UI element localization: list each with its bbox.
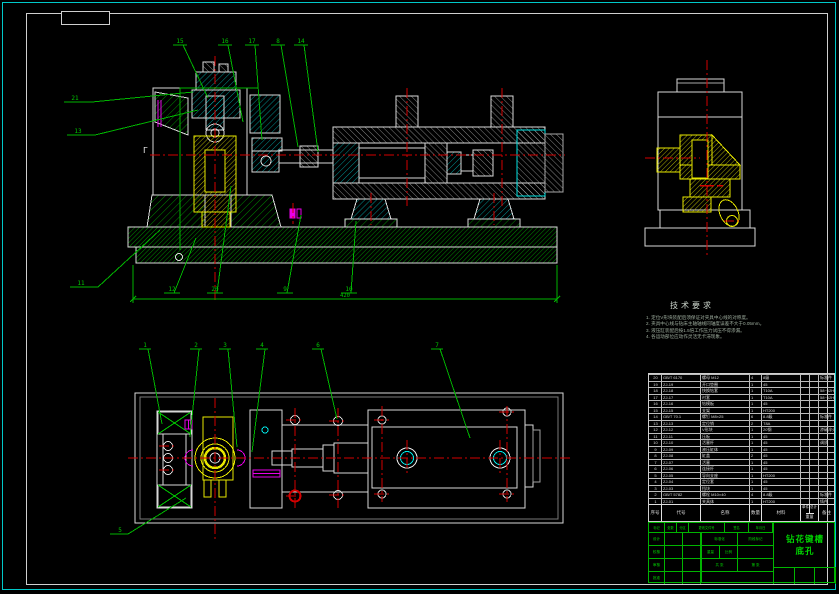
overall-dimension: 420 — [340, 293, 350, 299]
scale-value-cell — [737, 545, 773, 558]
part-balloon: 16 — [221, 38, 229, 45]
signature-cell — [665, 559, 683, 571]
signature-cell — [665, 546, 683, 558]
bom-header-total-weight: 总计 — [809, 505, 817, 513]
bom-header-weight: 单件 总计 重量 — [800, 505, 818, 521]
standardization-cell: 标准化 — [701, 532, 737, 545]
signature-row: 校核 — [649, 545, 701, 558]
part-balloon: 12 — [168, 286, 176, 293]
parts-list-rows: 1 ZJ-01 夹具体 1 HT200 铸件 2 GB/T 5782 螺栓 M1… — [649, 374, 834, 504]
part-balloon: 21 — [71, 95, 79, 102]
side-view-red-label — [700, 185, 723, 187]
date-cell — [683, 559, 701, 571]
part-balloon: 4 — [260, 342, 264, 349]
front-view — [127, 61, 564, 264]
side-view-bracket-yellow — [656, 133, 742, 227]
part-balloon: 8 — [276, 38, 280, 45]
revision-header-cell: 年月日 — [749, 523, 773, 532]
part-balloon: 11 — [77, 280, 85, 287]
technical-requirements-list: 1. 定位V形块装配后须保证对夹具中心线的对称度。 2. 夹具中心线与钻床主轴轴线… — [646, 315, 826, 341]
signature-row-label: 批准 — [649, 572, 665, 584]
part-balloon: 14 — [297, 38, 305, 45]
bom-header-material: 材料 — [761, 505, 800, 521]
title-bottom-cell — [774, 568, 795, 584]
title-block: 标记 处数 分区 更改文件号 签名 年月日 设计 校核 审核 批准 标准化 阶段… — [648, 522, 836, 584]
bom-header-name: 名称 — [700, 505, 749, 521]
drawing-title-line1: 钻花键槽 — [785, 534, 824, 544]
part-balloon: 1 — [143, 342, 147, 349]
bom-header-no: 序号 — [650, 510, 660, 515]
bom-header-code: 代号 — [661, 505, 700, 521]
signature-row: 设计 — [649, 532, 701, 545]
bom-header-remark: 备注 — [818, 505, 834, 521]
total-sheets-cell: 共 张 — [701, 558, 737, 571]
revision-header-cell: 更改文件号 — [689, 523, 725, 532]
drawing-title-line2: 底孔 — [795, 546, 815, 556]
revision-header-row: 标记 处数 分区 更改文件号 签名 年月日 — [649, 523, 773, 532]
plan-view-cyan-details — [261, 426, 507, 465]
date-cell — [683, 546, 701, 558]
parts-list-table: 1 ZJ-01 夹具体 1 HT200 铸件 2 GB/T 5782 螺栓 M1… — [648, 373, 835, 522]
scale-cell: 比例 — [719, 545, 737, 558]
signature-cell — [665, 572, 683, 584]
plan-view-leaders — [110, 348, 471, 535]
sheet-number-cell: 第 张 — [737, 558, 773, 571]
title-bottom-cell — [795, 568, 816, 584]
tech-requirement-line: 4. 各运动部位应动作灵活无卡滞现象。 — [646, 334, 725, 340]
part-balloon: 10 — [345, 286, 353, 293]
parts-list-header: 序号 代号 名称 数量 材料 单件 总计 重量 备注 — [649, 504, 834, 521]
part-balloon: 5 — [118, 527, 122, 534]
cad-drawing-canvas: Γ 15 16 17 8 14 21 13 11 12 20 9 10 420 … — [0, 0, 839, 594]
company-cell — [701, 571, 773, 582]
title-block-bottom-cells — [773, 567, 836, 584]
part-balloon: 17 — [248, 38, 256, 45]
bom-header-qty: 数量 — [749, 505, 761, 521]
date-cell — [683, 533, 701, 545]
part-balloon: 2 — [194, 342, 198, 349]
part-balloon: 13 — [74, 128, 82, 135]
weight-cell: 重量 — [701, 545, 719, 558]
signature-row-label: 审核 — [649, 559, 665, 571]
part-balloon: 9 — [283, 286, 287, 293]
part-balloon: 6 — [316, 342, 320, 349]
part-balloon: 3 — [223, 342, 227, 349]
bom-header-weight-label: 重量 — [805, 512, 814, 522]
revision-header-cell: 处数 — [665, 523, 677, 532]
part-balloon: 7 — [435, 342, 439, 349]
drawing-title: 钻花键槽 底孔 — [773, 523, 836, 567]
technical-requirements: 技术要求 1. 定位V形块装配后须保证对夹具中心线的对称度。 2. 夹具中心线与钻… — [646, 300, 826, 341]
signature-row: 审核 — [649, 558, 701, 571]
bom-header-unit-weight: 单件 — [802, 505, 809, 509]
revision-header-cell: 分区 — [677, 523, 689, 532]
signature-row-label: 设计 — [649, 533, 665, 545]
signature-row: 批准 — [649, 571, 701, 584]
title-bottom-cell — [815, 568, 836, 584]
signature-row-label: 校核 — [649, 546, 665, 558]
section-mark: Γ — [143, 146, 148, 155]
plan-view-balloons: 1 2 3 4 6 7 5 — [118, 342, 439, 534]
technical-requirements-title: 技术要求 — [670, 301, 714, 310]
signature-cell — [665, 533, 683, 545]
part-balloon: 20 — [211, 286, 219, 293]
revision-header-cell: 签名 — [725, 523, 749, 532]
revision-header-cell: 标记 — [649, 523, 665, 532]
signature-rows: 设计 校核 审核 批准 — [649, 532, 701, 584]
part-balloon: 15 — [176, 38, 184, 45]
date-cell — [683, 572, 701, 584]
stage-mark-cell: 阶段标记 — [737, 532, 773, 545]
